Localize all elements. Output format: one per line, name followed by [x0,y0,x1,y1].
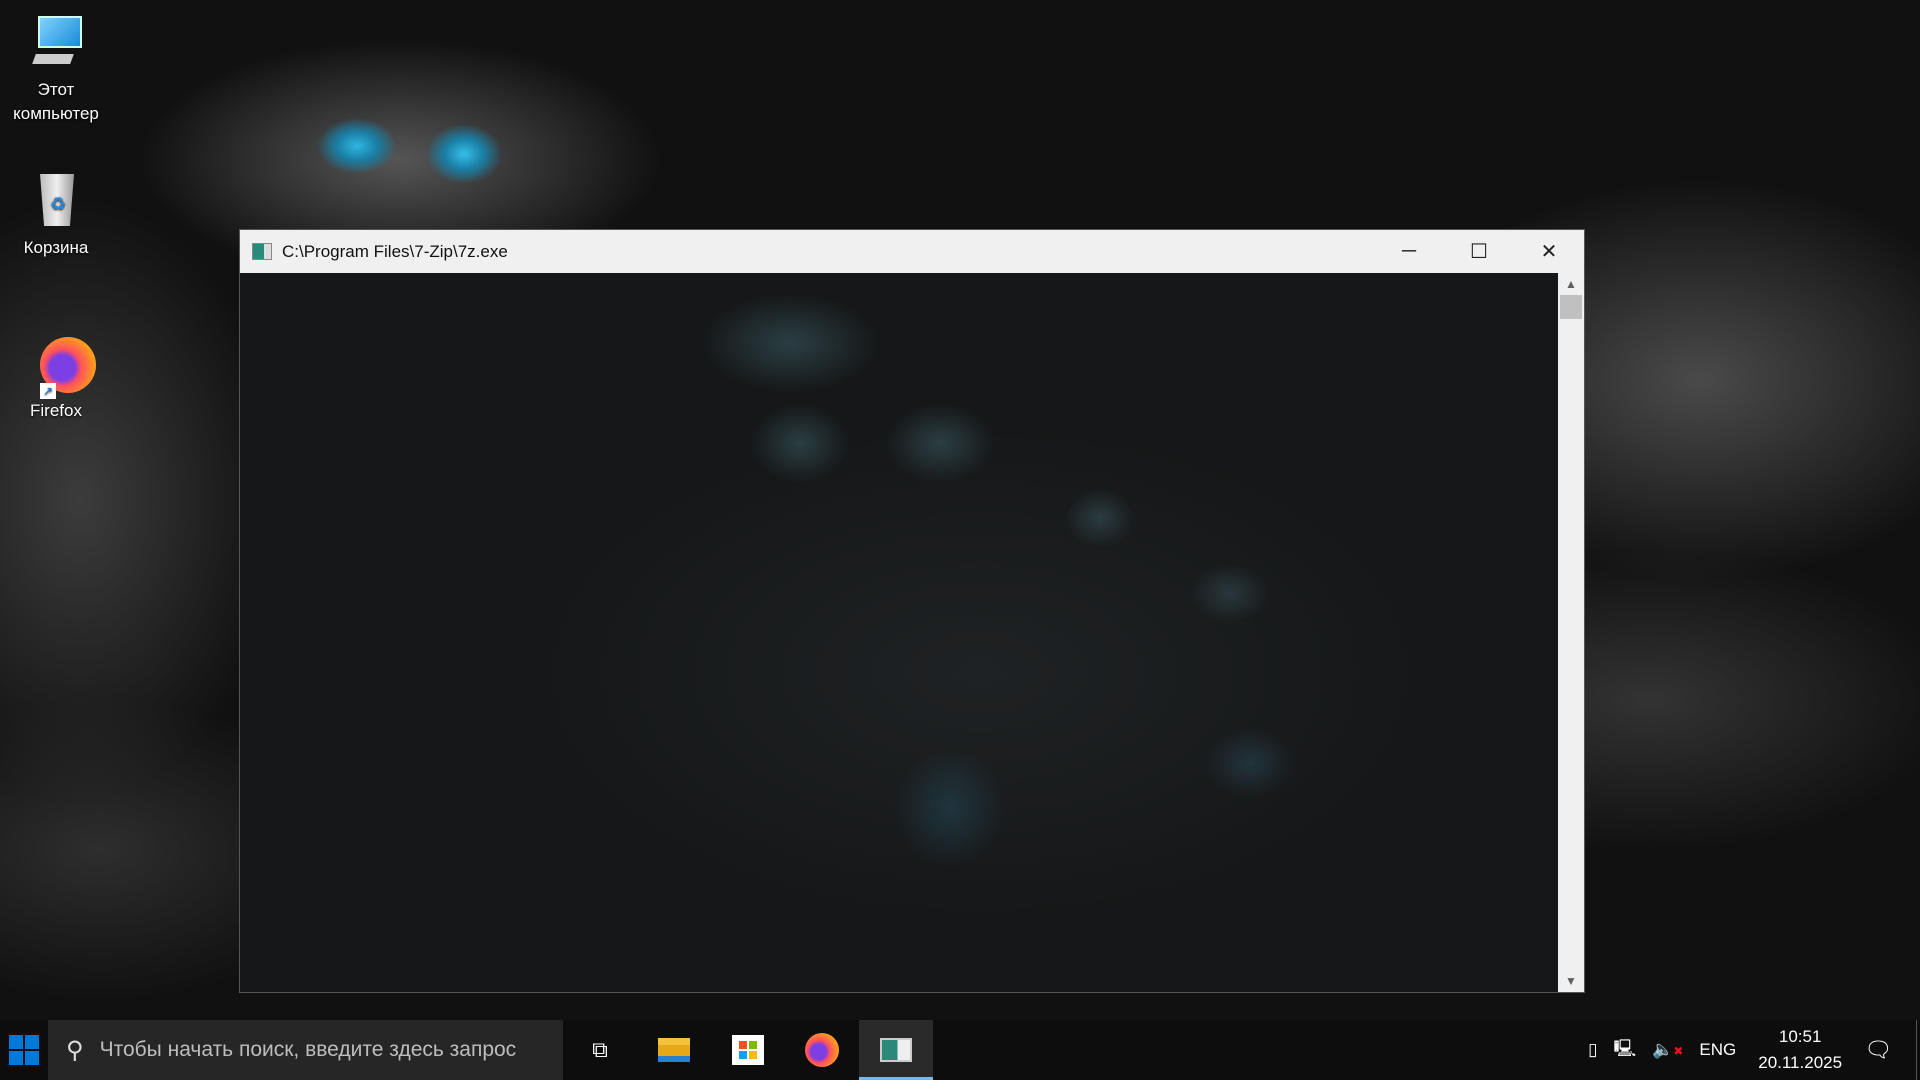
usb-device-icon[interactable]: ▯ [1588,1040,1597,1060]
scroll-up-button[interactable]: ▲ [1558,273,1584,295]
search-icon: ⚲ [66,1036,84,1065]
scrollbar-thumb[interactable] [1560,295,1582,319]
console-window[interactable]: C:\Program Files\7-Zip\7z.exe ─ ☐ ✕ ▲ ▼ [239,229,1585,993]
desktop-icon-label: компьютер [6,102,106,126]
network-icon[interactable]: 🖳 [1613,1036,1636,1065]
desktop-icon-label: Firefox [6,399,106,423]
start-button[interactable] [0,1020,48,1080]
task-view-icon: ⧉ [592,1037,608,1063]
desktop-icon-label: Этот [6,78,106,102]
firefox-icon [805,1033,839,1067]
console-output-area[interactable] [240,273,1558,992]
vertical-scrollbar[interactable]: ▲ ▼ [1558,273,1584,992]
title-bar[interactable]: C:\Program Files\7-Zip\7z.exe ─ ☐ ✕ [240,230,1584,273]
search-box[interactable]: ⚲ Чтобы начать поиск, введите здесь запр… [48,1020,563,1080]
clock-time: 10:51 [1758,1024,1842,1050]
taskbar-console-7z[interactable] [859,1020,933,1080]
firefox-icon: ↗ [26,333,86,393]
desktop-icon-recycle-bin[interactable]: ♻ Корзина [6,170,106,260]
folder-icon [658,1038,690,1062]
recycle-bin-icon: ♻ [26,170,86,230]
taskbar-file-explorer[interactable] [637,1020,711,1080]
minimize-button[interactable]: ─ [1374,230,1444,273]
clock[interactable]: 10:51 20.11.2025 [1758,1024,1842,1076]
windows-logo-icon [9,1035,39,1065]
language-indicator[interactable]: ENG [1699,1040,1736,1060]
shortcut-arrow-icon: ↗ [40,383,56,399]
taskbar: ⚲ Чтобы начать поиск, введите здесь запр… [0,1020,1920,1080]
desktop-icon-this-pc[interactable]: Этот компьютер [6,12,106,126]
clock-date: 20.11.2025 [1758,1050,1842,1076]
desktop-icon-label: Корзина [6,236,106,260]
console-app-icon [880,1038,912,1062]
computer-icon [26,12,86,72]
store-icon [732,1035,764,1065]
show-desktop-button[interactable] [1916,1020,1920,1080]
task-view-button[interactable]: ⧉ [563,1020,637,1080]
action-center-icon[interactable]: 🗨 [1864,1037,1892,1063]
system-tray: ▯ 🖳 🔈✖ ENG 10:51 20.11.2025 🗨 [1580,1020,1920,1080]
taskbar-firefox[interactable] [785,1020,859,1080]
scroll-down-button[interactable]: ▼ [1558,970,1584,992]
close-button[interactable]: ✕ [1514,230,1584,273]
search-placeholder: Чтобы начать поиск, введите здесь запрос [100,1038,517,1062]
maximize-button[interactable]: ☐ [1444,230,1514,273]
volume-muted-icon[interactable]: 🔈✖ [1652,1040,1683,1060]
console-app-icon [252,243,272,260]
window-title: C:\Program Files\7-Zip\7z.exe [282,242,508,262]
taskbar-microsoft-store[interactable] [711,1020,785,1080]
desktop-icon-firefox[interactable]: ↗ Firefox [6,333,106,423]
